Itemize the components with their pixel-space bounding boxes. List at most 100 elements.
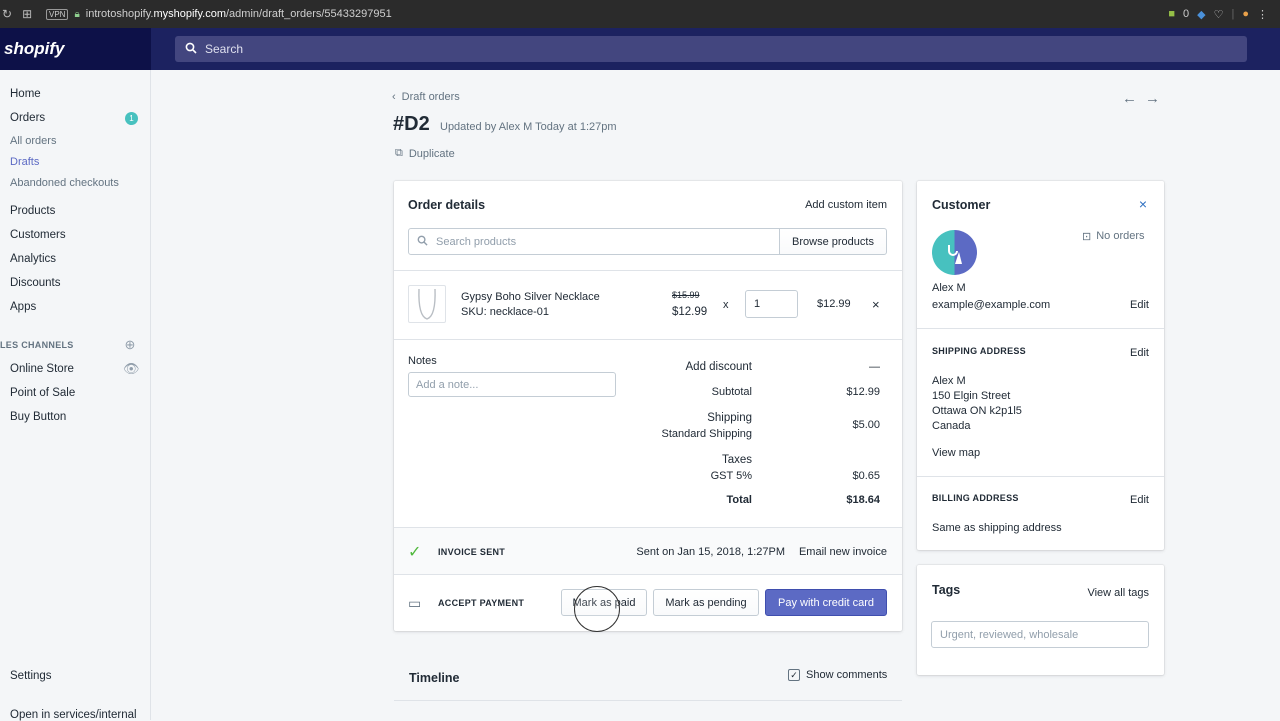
reload-icon[interactable]: ↻	[2, 7, 12, 21]
product-search-placeholder: Search products	[436, 235, 517, 248]
avatar	[932, 230, 977, 275]
tax-value: $0.65	[852, 470, 880, 482]
separator: |	[1231, 8, 1235, 20]
sidebar-item-products[interactable]: Products	[10, 205, 55, 217]
lock-icon: 🔒︎	[74, 8, 80, 20]
url-host: myshopify.com	[153, 8, 226, 20]
sidebar: Home Orders 1 All orders Drafts Abandone…	[0, 70, 151, 721]
accept-payment-label: ACCEPT PAYMENT	[438, 598, 525, 608]
billing-same-text: Same as shipping address	[932, 522, 1062, 534]
subtotal-value: $12.99	[846, 386, 880, 398]
extension-count[interactable]: 0	[1183, 8, 1189, 20]
sidebar-item-apps[interactable]: Apps	[10, 301, 36, 313]
browser-nav: ↻ ⊞	[0, 7, 46, 21]
shipping-link[interactable]: Shipping	[707, 412, 752, 424]
view-map-link[interactable]: View map	[932, 447, 980, 459]
mark-as-pending-button[interactable]: Mark as pending	[653, 589, 759, 616]
browse-products-button[interactable]: Browse products	[779, 228, 887, 255]
edit-shipping-address-link[interactable]: Edit	[1130, 347, 1149, 359]
customer-email-link[interactable]: example@example.com	[932, 299, 1050, 311]
tags-input[interactable]: Urgent, reviewed, wholesale	[931, 621, 1149, 648]
line-item-name[interactable]: Gypsy Boho Silver Necklace	[461, 291, 600, 303]
sidebar-item-drafts[interactable]: Drafts	[10, 156, 39, 168]
duplicate-label: Duplicate	[408, 147, 455, 160]
sidebar-item-open-internal[interactable]: Open in services/internal	[10, 709, 137, 721]
show-comments-label: Show comments	[806, 669, 888, 681]
vpn-badge[interactable]: VPN	[46, 8, 69, 20]
order-details-card: Order details Add custom item Search pro…	[394, 181, 902, 632]
shipping-address-title: SHIPPING ADDRESS	[932, 346, 1026, 356]
show-comments-checkbox[interactable]: ✓	[788, 669, 800, 681]
shopify-logo[interactable]: shopify	[0, 28, 151, 70]
invoice-sent-date: Sent on Jan 15, 2018, 1:27PM	[636, 546, 785, 558]
orders-count-badge: 1	[125, 112, 138, 125]
sidebar-item-point-of-sale[interactable]: Point of Sale	[10, 387, 75, 399]
browser-extensions: ■ 0 ◆ ♡ | ● ⋮	[1168, 8, 1280, 21]
edit-billing-address-link[interactable]: Edit	[1130, 494, 1149, 506]
ship-country: Canada	[932, 420, 971, 432]
sidebar-item-settings[interactable]: Settings	[10, 670, 52, 682]
logo-text: shopify	[4, 39, 65, 58]
quantity-input[interactable]: 1	[745, 290, 798, 318]
sidebar-item-customers[interactable]: Customers	[10, 229, 66, 241]
line-item-sku: SKU: necklace-01	[461, 306, 550, 318]
remove-customer-icon[interactable]: ×	[1139, 196, 1147, 212]
previous-arrow-icon[interactable]: ←	[1122, 90, 1137, 107]
invoice-sent-label: INVOICE SENT	[438, 547, 506, 557]
chevron-left-icon: ‹	[392, 91, 396, 103]
ship-name: Alex M	[932, 375, 966, 387]
add-custom-item-link[interactable]: Add custom item	[805, 199, 887, 211]
pay-with-credit-card-button[interactable]: Pay with credit card	[765, 589, 887, 616]
customer-card: Customer × ⊡ No orders Alex M example@ex…	[917, 181, 1164, 550]
product-search-input[interactable]: Search products	[408, 228, 780, 255]
apps-grid-icon[interactable]: ⊞	[22, 7, 32, 21]
sidebar-item-all-orders[interactable]: All orders	[10, 135, 56, 147]
search-placeholder: Search	[205, 42, 244, 56]
view-all-tags-link[interactable]: View all tags	[1087, 587, 1149, 599]
url-prefix: introtoshopify.	[85, 8, 154, 20]
view-store-eye-icon[interactable]: 👁︎	[123, 362, 140, 376]
timeline-title: Timeline	[409, 671, 460, 685]
next-arrow-icon[interactable]: →	[1145, 90, 1160, 107]
sidebar-item-orders[interactable]: Orders	[10, 112, 45, 124]
sidebar-item-home[interactable]: Home	[10, 88, 41, 100]
remove-line-item-icon[interactable]: ×	[872, 297, 880, 312]
checkmark-icon: ✓	[408, 544, 422, 561]
url-text[interactable]: introtoshopify.myshopify.com/admin/draft…	[86, 8, 392, 20]
duplicate-button[interactable]: ⧉ Duplicate	[395, 147, 455, 160]
notes-input[interactable]: Add a note...	[408, 372, 616, 397]
sidebar-item-abandoned-checkouts[interactable]: Abandoned checkouts	[10, 177, 119, 189]
extension-shopify-icon[interactable]: ■	[1168, 8, 1175, 20]
credit-card-icon: ▭	[408, 595, 422, 611]
customer-name-link[interactable]: Alex M	[932, 282, 966, 294]
shipping-value: $5.00	[852, 419, 880, 431]
total-label: Total	[726, 494, 752, 506]
divider	[917, 328, 1164, 329]
address-bar[interactable]: VPN 🔒︎ introtoshopify.myshopify.com/admi…	[46, 4, 1168, 24]
billing-address-title: BILLING ADDRESS	[932, 493, 1019, 503]
product-thumbnail[interactable]	[408, 285, 446, 323]
divider	[394, 700, 902, 701]
edit-customer-link[interactable]: Edit	[1130, 299, 1149, 311]
sidebar-item-online-store[interactable]: Online Store	[10, 363, 74, 375]
extension-cookie-icon[interactable]: ●	[1242, 8, 1249, 20]
extension-shield-icon[interactable]: ◆	[1197, 8, 1205, 21]
add-discount-link[interactable]: Add discount	[686, 361, 753, 373]
bookmark-heart-icon[interactable]: ♡	[1214, 8, 1224, 21]
browser-menu-icon[interactable]: ⋮	[1257, 8, 1268, 21]
email-new-invoice-link[interactable]: Email new invoice	[799, 546, 887, 558]
shipping-method: Standard Shipping	[661, 428, 752, 440]
taxes-link[interactable]: Taxes	[722, 454, 752, 466]
sidebar-item-analytics[interactable]: Analytics	[10, 253, 56, 265]
breadcrumb-back[interactable]: ‹ Draft orders	[392, 91, 460, 103]
sidebar-item-discounts[interactable]: Discounts	[10, 277, 61, 289]
divider	[394, 339, 902, 340]
ship-street: 150 Elgin Street	[932, 390, 1011, 402]
add-channel-icon[interactable]: ⊕	[123, 338, 137, 352]
breadcrumb-label: Draft orders	[401, 91, 460, 103]
global-search[interactable]: Search	[175, 36, 1247, 62]
notes-label: Notes	[408, 355, 437, 367]
line-item-discounted-price[interactable]: $12.99	[672, 306, 707, 318]
invoice-sent-section: ✓ INVOICE SENT Sent on Jan 15, 2018, 1:2…	[394, 527, 902, 575]
sidebar-item-buy-button[interactable]: Buy Button	[10, 411, 66, 423]
